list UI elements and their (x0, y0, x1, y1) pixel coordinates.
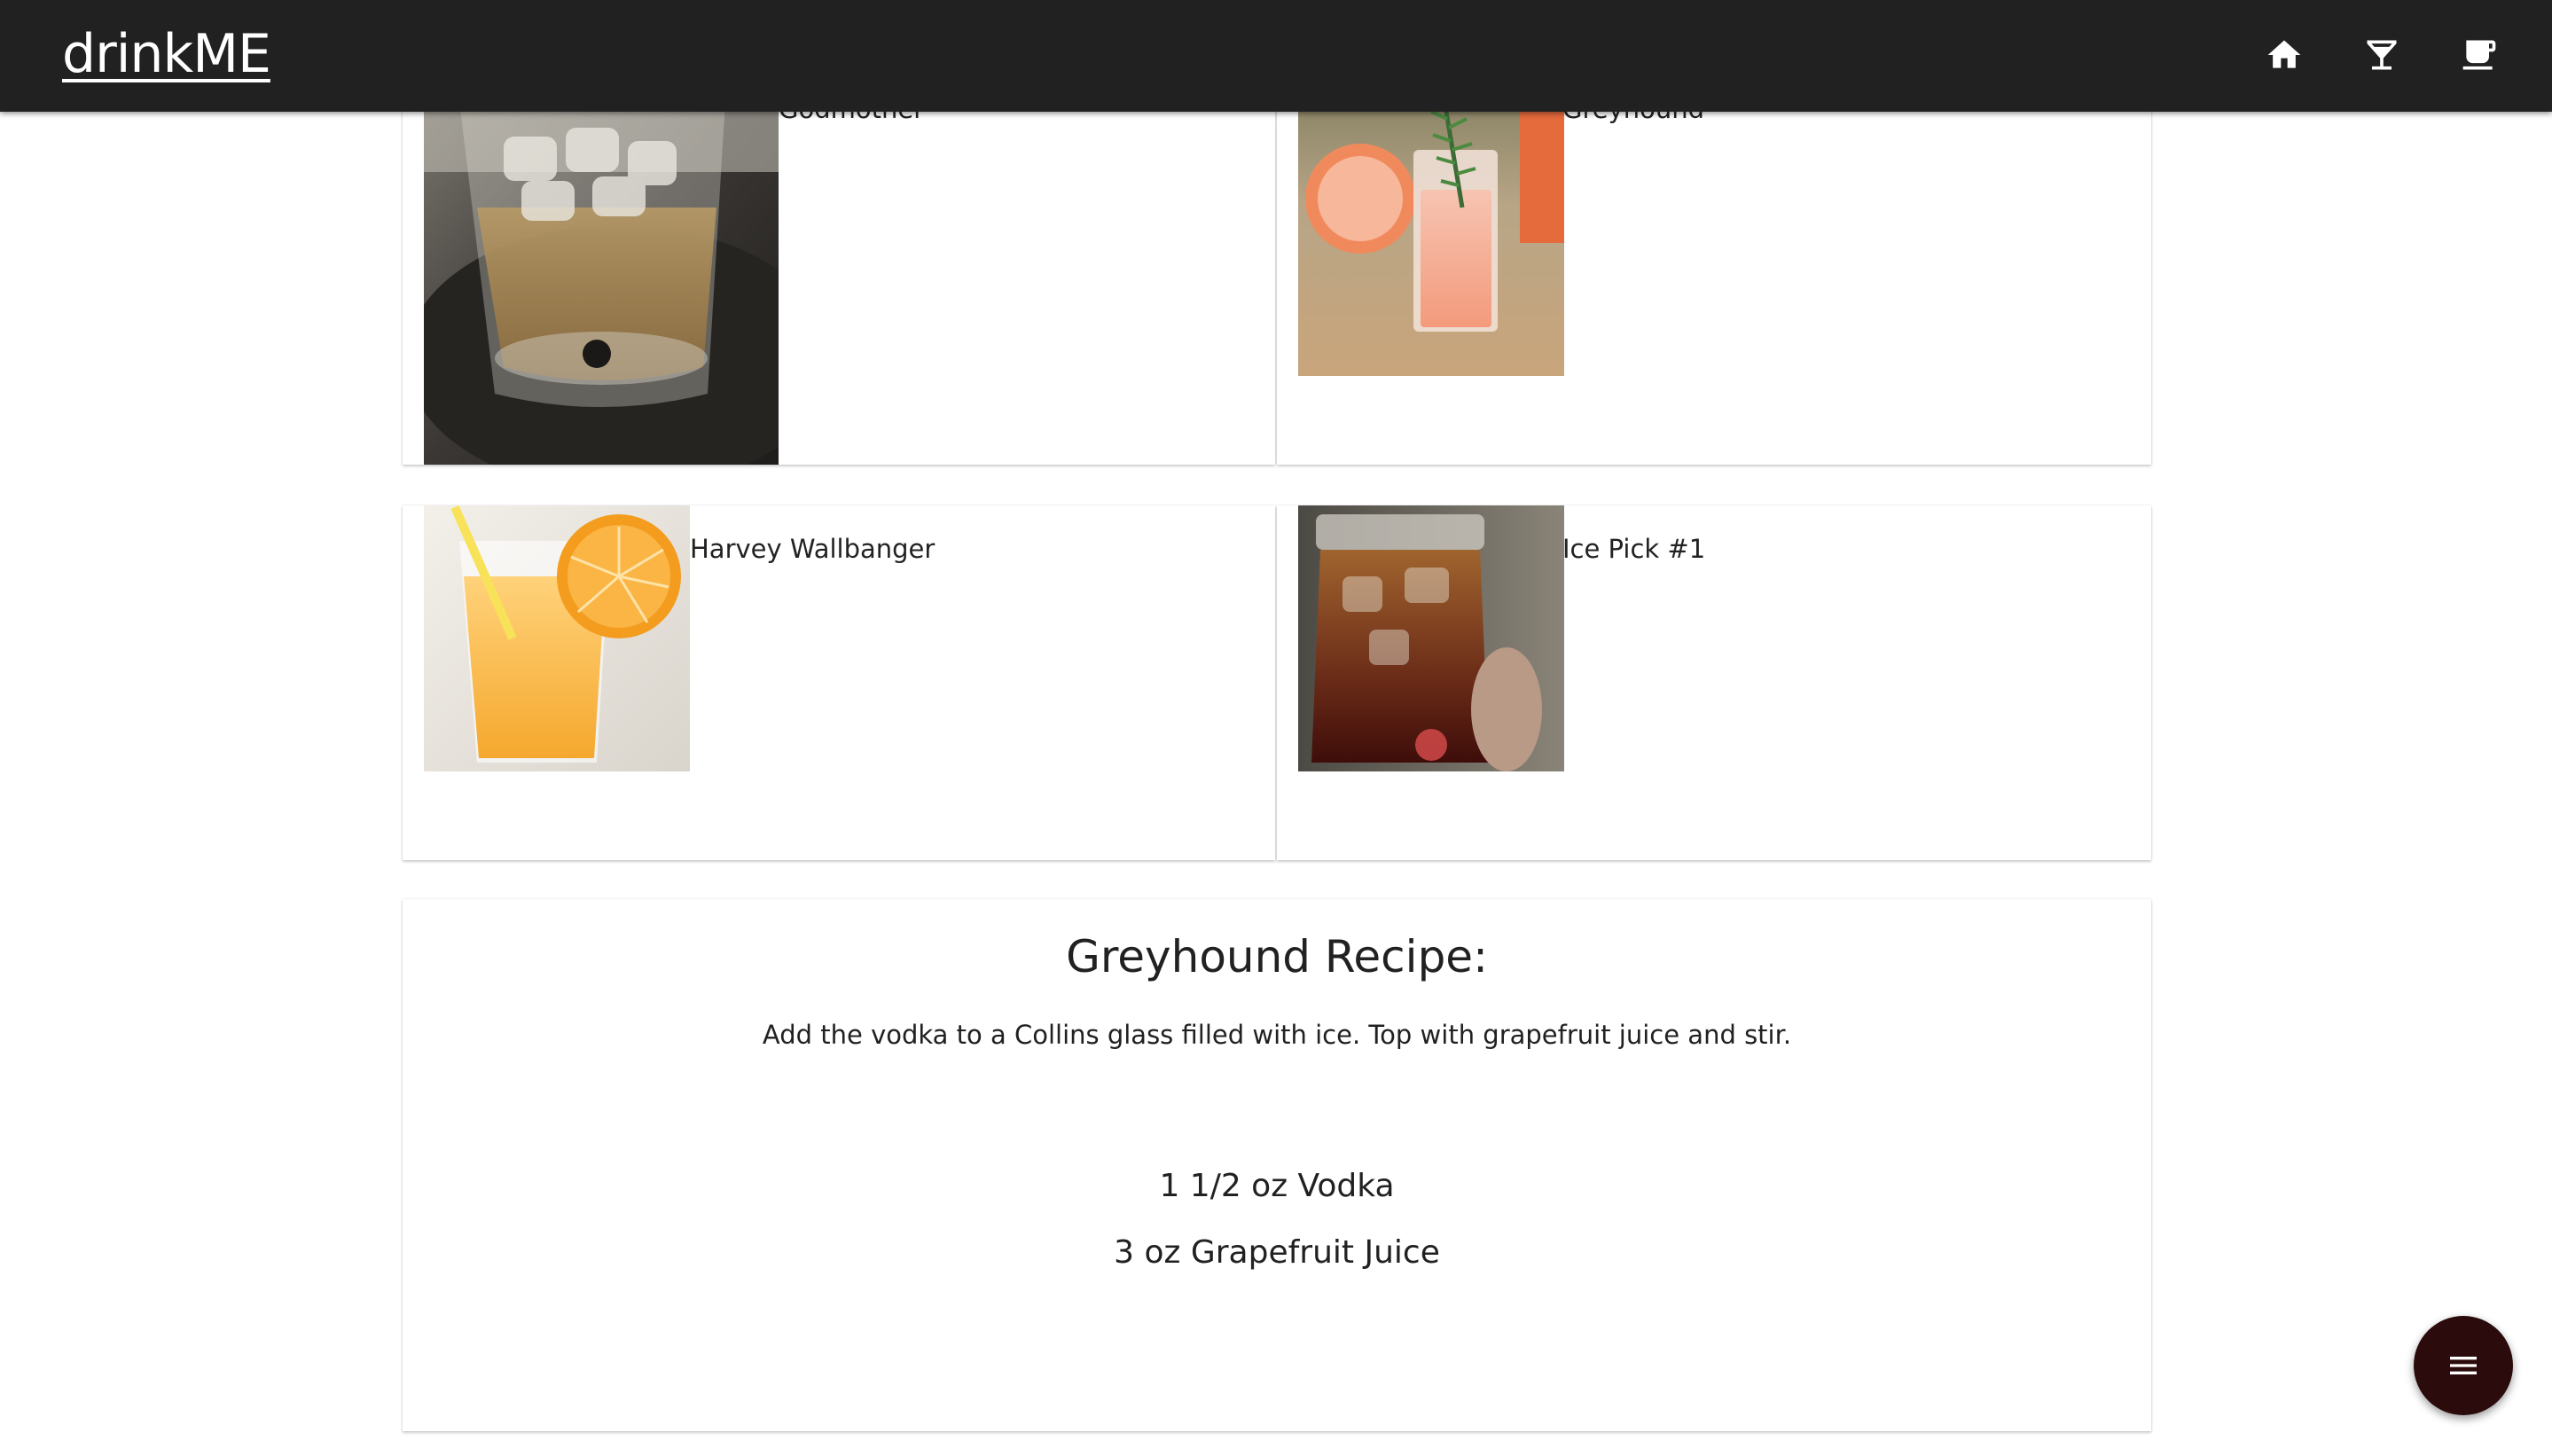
drink-image (1298, 66, 1564, 376)
drink-image (424, 66, 779, 465)
ingredient-item: 3 oz Grapefruit Juice (1114, 1234, 1440, 1271)
recipe-instructions: Add the vodka to a Collins glass filled … (762, 1020, 1792, 1050)
nav-icons (2265, 35, 2499, 74)
recipe-title: Greyhound Recipe: (1066, 931, 1488, 982)
drink-image (424, 505, 690, 771)
coffee-cup-icon[interactable] (2460, 35, 2499, 74)
menu-icon (2446, 1348, 2481, 1383)
ingredient-item: 1 1/2 oz Vodka (1159, 1168, 1395, 1204)
drink-card-greyhound[interactable]: Greyhound (1277, 66, 2151, 465)
cocktail-glass-icon[interactable] (2362, 35, 2401, 74)
recipe-card: Greyhound Recipe: Add the vodka to a Col… (403, 899, 2151, 1431)
drink-name: Ice Pick #1 (1562, 534, 1706, 564)
drink-image (1298, 505, 1564, 771)
drink-card-ice-pick-1[interactable]: Ice Pick #1 (1277, 505, 2151, 860)
top-app-bar: drinkME (0, 0, 2552, 112)
drink-name: Harvey Wallbanger (690, 534, 935, 564)
drink-card-harvey-wallbanger[interactable]: Harvey Wallbanger (403, 505, 1275, 860)
brand-home-link[interactable]: drinkME (62, 23, 271, 85)
home-icon[interactable] (2265, 35, 2304, 74)
drink-card-godmother[interactable]: Godmother (403, 66, 1275, 465)
menu-fab-button[interactable] (2414, 1316, 2513, 1415)
ingredient-list: 1 1/2 oz Vodka 3 oz Grapefruit Juice (403, 1153, 2151, 1286)
